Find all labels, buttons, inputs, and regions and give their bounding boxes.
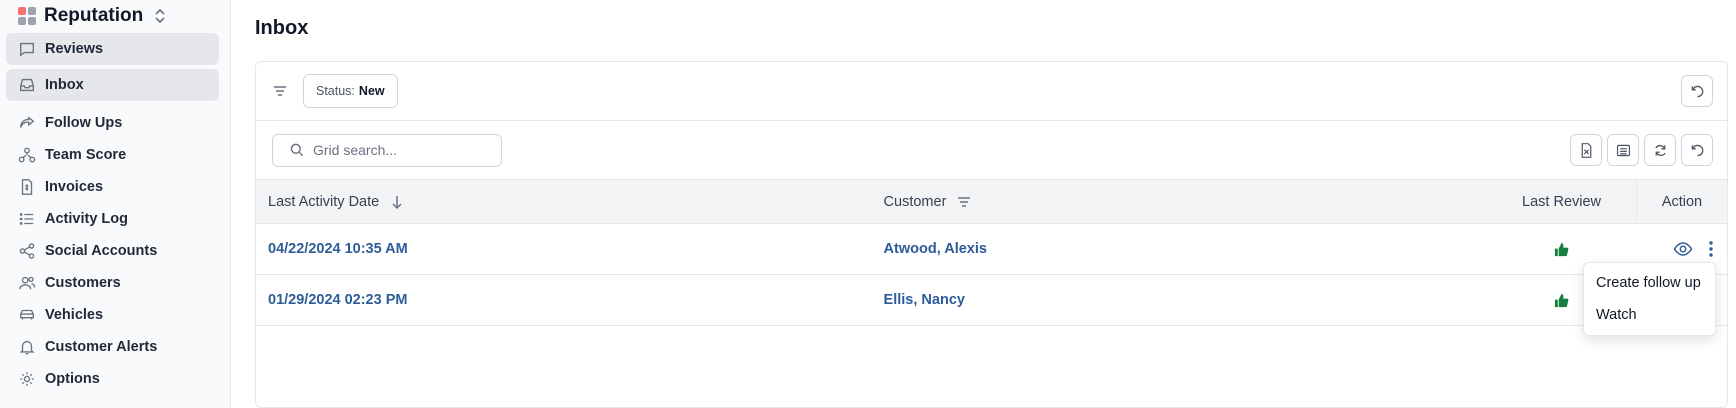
eye-icon[interactable] [1673,239,1693,259]
page-title: Inbox [255,17,309,39]
sidebar-item-customer-alerts[interactable]: Customer Alerts [6,331,219,363]
list-icon [19,213,34,225]
sidebar-item-team-score[interactable]: Team Score [6,139,219,171]
sidebar-item-label: Follow Ups [45,115,123,131]
sidebar-item-follow-ups[interactable]: Follow Ups [6,107,219,139]
sidebar-item-reviews[interactable]: Reviews [6,33,219,65]
status-filter-chip[interactable]: Status: New [303,74,398,108]
filter-bar: Status: New [256,62,1727,121]
sidebar: Reputation Reviews Inbox Follow Ups Team… [0,0,231,408]
customer-link[interactable]: Ellis, Nancy [884,292,965,308]
filter-icon[interactable] [956,194,972,210]
gear-icon [20,372,34,386]
sidebar-item-label: Invoices [45,179,104,195]
brand-title: Reputation [44,5,144,26]
status-filter-value: New [358,84,385,98]
share-nodes-icon [19,243,35,259]
thumbs-up-icon [1555,293,1569,307]
inbox-icon [20,78,34,92]
menu-item-create-follow-up[interactable]: Create follow up [1584,267,1715,299]
sidebar-item-label: Customers [45,275,121,291]
reset-grid-button[interactable] [1681,134,1713,166]
sidebar-item-label: Inbox [45,77,84,93]
sidebar-item-customers[interactable]: Customers [6,267,219,299]
sidebar-item-label: Team Score [45,147,127,163]
network-icon [18,147,36,163]
sidebar-item-social-accounts[interactable]: Social Accounts [6,235,219,267]
table-header-row: Last Activity Date Customer Last Review … [256,179,1727,224]
sidebar-item-label: Activity Log [45,211,128,227]
search-input[interactable] [313,142,483,158]
grid-toolbar [256,121,1727,179]
thumbs-up-icon [1555,242,1569,256]
app-logo-icon [18,7,36,25]
sidebar-item-label: Customer Alerts [45,339,158,355]
main-content: Inbox Status: New Grid search... Last Ac… [231,0,1736,408]
customer-link[interactable]: Atwood, Alexis [884,241,987,257]
grid-search[interactable] [272,133,502,167]
refresh-button[interactable] [1644,134,1676,166]
columns-button[interactable] [1607,134,1639,166]
filter-icon[interactable] [270,81,290,101]
search-icon [290,143,304,157]
export-xlsx-button[interactable] [1570,134,1602,166]
status-filter-label: Status: [316,84,355,98]
row-action-menu: Create follow up Watch [1583,262,1716,336]
message-square-icon [20,42,34,57]
undo-icon [1691,144,1703,156]
column-header-last-activity-date[interactable]: Last Activity Date [256,180,872,224]
columns-icon [1616,144,1630,156]
column-header-last-review[interactable]: Last Review [1487,180,1636,224]
reset-filters-button[interactable] [1681,75,1713,107]
sidebar-item-options[interactable]: Options [6,363,219,395]
table-row: 01/29/2024 02:23 PM Ellis, Nancy [256,275,1727,326]
activity-date-link[interactable]: 01/29/2024 02:23 PM [268,292,407,308]
sidebar-item-inbox[interactable]: Inbox [6,69,219,101]
share-icon [20,116,35,128]
inbox-grid-card: Status: New Grid search... Last Activity… [255,61,1728,408]
arrow-down-icon[interactable] [389,194,405,210]
sidebar-item-activity-log[interactable]: Activity Log [6,203,219,235]
menu-item-watch[interactable]: Watch [1584,299,1715,331]
inbox-table: Last Activity Date Customer Last Review … [256,179,1727,326]
bell-icon [19,340,35,355]
activity-date-link[interactable]: 04/22/2024 10:35 AM [268,241,408,257]
table-row: 04/22/2024 10:35 AM Atwood, Alexis [256,224,1727,275]
users-icon [19,276,36,290]
column-header-customer[interactable]: Customer [872,180,1488,224]
sidebar-item-label: Vehicles [45,307,104,323]
car-icon [20,309,34,320]
column-header-action: Action [1635,179,1727,224]
sidebar-item-label: Reviews [45,41,104,57]
sidebar-item-vehicles[interactable]: Vehicles [6,299,219,331]
sidebar-item-label: Options [45,371,100,387]
refresh-icon [1654,144,1666,156]
xlsx-file-icon [1581,142,1591,158]
chevron-up-down-icon [155,8,165,24]
column-header-label: Customer [883,193,947,210]
undo-icon [1691,85,1703,97]
sidebar-item-label: Social Accounts [45,243,158,259]
column-header-label: Last Activity Date [268,193,380,210]
more-vertical-icon[interactable] [1703,239,1719,259]
brand-switcher[interactable]: Reputation [6,0,219,32]
file-dollar-icon [21,179,33,195]
sidebar-item-invoices[interactable]: Invoices [6,171,219,203]
